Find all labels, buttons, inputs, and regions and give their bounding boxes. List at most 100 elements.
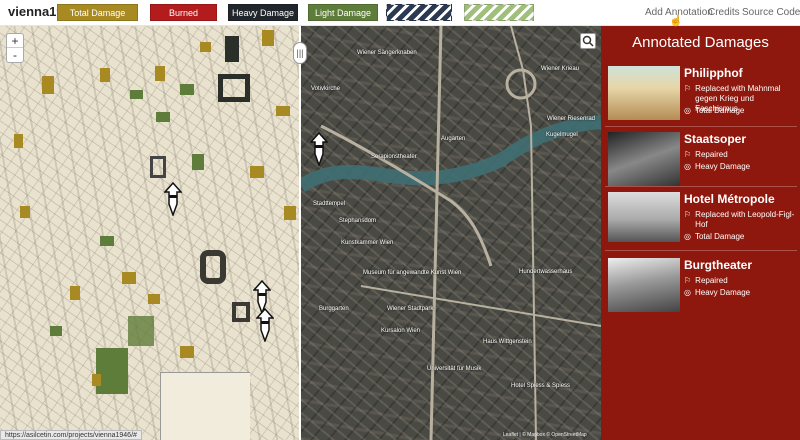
legend-hatched-dark-button[interactable] bbox=[386, 4, 452, 21]
annotation-card[interactable]: Staatsoper ⚐ Repaired ◎ Heavy Damage bbox=[605, 130, 797, 190]
map-label: Stephansdom bbox=[339, 218, 377, 224]
annotation-thumbnail bbox=[608, 132, 680, 186]
damage-block[interactable] bbox=[284, 206, 296, 220]
legend-hatched-light-button[interactable] bbox=[464, 4, 534, 21]
damage-block[interactable] bbox=[192, 154, 204, 170]
map-label: Burggarten bbox=[319, 306, 349, 312]
map-label: Universität für Musik bbox=[427, 366, 482, 372]
danube-canal bbox=[301, 26, 601, 440]
card-divider bbox=[605, 250, 797, 251]
damage-marker-icon[interactable] bbox=[310, 132, 328, 166]
map-label: Kunstkammer Wien bbox=[341, 240, 394, 246]
damage-block[interactable] bbox=[225, 36, 239, 62]
damage-block[interactable] bbox=[130, 90, 143, 99]
splitter-handle-icon[interactable]: ||| bbox=[293, 42, 307, 64]
annotation-damage-text: Heavy Damage bbox=[694, 288, 751, 297]
damage-block[interactable] bbox=[148, 294, 160, 304]
flag-icon: ⚐ bbox=[684, 276, 692, 285]
map-label: Wiener Sängerknaben bbox=[357, 50, 417, 56]
annotation-card[interactable]: Hotel Métropole ⚐ Replaced with Leopold-… bbox=[605, 190, 797, 250]
damage-block[interactable] bbox=[100, 68, 110, 82]
damage-block[interactable] bbox=[128, 316, 154, 346]
damage-block[interactable] bbox=[156, 112, 170, 122]
panel-title: Annotated Damages bbox=[632, 34, 769, 51]
map-label: Wiener Stadtpark bbox=[387, 306, 434, 312]
target-icon: ◎ bbox=[684, 106, 691, 115]
annotation-damage-text: Heavy Damage bbox=[694, 162, 751, 171]
zoom-control: + - bbox=[6, 33, 24, 63]
annotation-note: ⚐ Repaired bbox=[684, 276, 796, 286]
annotation-note-text: Replaced with Leopold-Figl-Hof bbox=[695, 210, 795, 229]
search-icon bbox=[582, 35, 594, 47]
annotation-note: ⚐ Repaired bbox=[684, 150, 796, 160]
damage-block[interactable] bbox=[218, 74, 250, 102]
map-label: Haus Wittgenstein bbox=[483, 339, 532, 345]
source-code-link[interactable]: Source Code bbox=[742, 7, 800, 18]
map-label: Hundertwasserhaus bbox=[519, 269, 573, 275]
damage-block[interactable] bbox=[262, 30, 274, 46]
annotation-name: Philipphof bbox=[684, 66, 743, 80]
damage-block[interactable] bbox=[232, 302, 250, 322]
flag-icon: ⚐ bbox=[684, 210, 692, 219]
flag-icon: ⚐ bbox=[684, 150, 692, 159]
annotation-damage: ◎ Total Damage bbox=[684, 232, 796, 242]
damage-block[interactable] bbox=[42, 76, 54, 94]
legend-heavy-damage-button[interactable]: Heavy Damage bbox=[228, 4, 298, 21]
annotation-note: ⚐ Replaced with Leopold-Figl-Hof bbox=[684, 210, 796, 230]
annotation-note-text: Repaired bbox=[695, 150, 728, 159]
target-icon: ◎ bbox=[684, 232, 691, 241]
damage-block[interactable] bbox=[180, 346, 194, 358]
map-label: Kursalon Wien bbox=[381, 328, 421, 334]
legend-burned-button[interactable]: Burned bbox=[150, 4, 217, 21]
damage-marker-icon[interactable] bbox=[164, 182, 182, 216]
damage-block[interactable] bbox=[276, 106, 290, 116]
annotation-card[interactable]: Philipphof ⚐ Replaced with Mahnmal gegen… bbox=[605, 64, 797, 124]
map-search-button[interactable] bbox=[580, 33, 596, 49]
map-label: Votivkirche bbox=[311, 86, 341, 92]
annotation-name: Staatsoper bbox=[684, 132, 747, 146]
damage-block[interactable] bbox=[92, 374, 101, 386]
annotation-damage-text: Total Damage bbox=[694, 232, 745, 241]
damage-block[interactable] bbox=[14, 134, 23, 148]
damage-block[interactable] bbox=[96, 348, 128, 394]
legend-light-damage-button[interactable]: Light Damage bbox=[308, 4, 378, 21]
damage-block[interactable] bbox=[200, 42, 211, 52]
credits-link[interactable]: Credits bbox=[708, 7, 740, 18]
satellite-map[interactable]: Wiener Sängerknaben Wiener Riesenrad Ser… bbox=[301, 26, 601, 440]
status-bar-url: https://asilcetin.com/projects/vienna194… bbox=[0, 430, 142, 440]
card-divider bbox=[605, 126, 797, 127]
damage-block[interactable] bbox=[200, 250, 226, 284]
map-splitter[interactable] bbox=[299, 26, 301, 440]
pointer-cursor-icon: ☝ bbox=[669, 15, 683, 27]
annotated-damages-panel: Annotated Damages Philipphof ⚐ Replaced … bbox=[601, 26, 800, 440]
historic-map[interactable]: + - bbox=[0, 26, 300, 440]
damage-block[interactable] bbox=[20, 206, 30, 218]
annotation-damage: ◎ Total Damage bbox=[684, 106, 796, 116]
damage-block[interactable] bbox=[122, 272, 136, 284]
annotation-damage: ◎ Heavy Damage bbox=[684, 288, 796, 298]
zoom-out-button[interactable]: - bbox=[7, 48, 23, 62]
legend-total-damage-button[interactable]: Total Damage bbox=[57, 4, 138, 21]
map-label: Serapionstheater bbox=[371, 154, 417, 160]
damage-block[interactable] bbox=[100, 236, 114, 246]
annotation-thumbnail bbox=[608, 66, 680, 120]
annotation-thumbnail bbox=[608, 192, 680, 242]
damage-block[interactable] bbox=[150, 156, 166, 178]
damage-block[interactable] bbox=[180, 84, 194, 95]
annotation-card[interactable]: Burgtheater ⚐ Repaired ◎ Heavy Damage bbox=[605, 256, 797, 316]
annotation-name: Burgtheater bbox=[684, 258, 753, 272]
map-attribution[interactable]: Leaflet | © Mapbox © OpenStreetMap bbox=[503, 432, 587, 438]
damage-marker-icon[interactable] bbox=[256, 308, 274, 342]
card-divider bbox=[605, 186, 797, 187]
damage-block[interactable] bbox=[70, 286, 80, 300]
map-label: Augarten bbox=[441, 136, 466, 142]
annotation-thumbnail bbox=[608, 258, 680, 312]
target-icon: ◎ bbox=[684, 288, 691, 297]
zoom-in-button[interactable]: + bbox=[7, 34, 23, 48]
annotation-note-text: Repaired bbox=[695, 276, 728, 285]
damage-block[interactable] bbox=[155, 66, 165, 81]
annotation-damage-text: Total Damage bbox=[694, 106, 745, 115]
damage-block[interactable] bbox=[50, 326, 62, 336]
map-label: Stadttempel bbox=[313, 201, 346, 207]
damage-block[interactable] bbox=[250, 166, 264, 178]
